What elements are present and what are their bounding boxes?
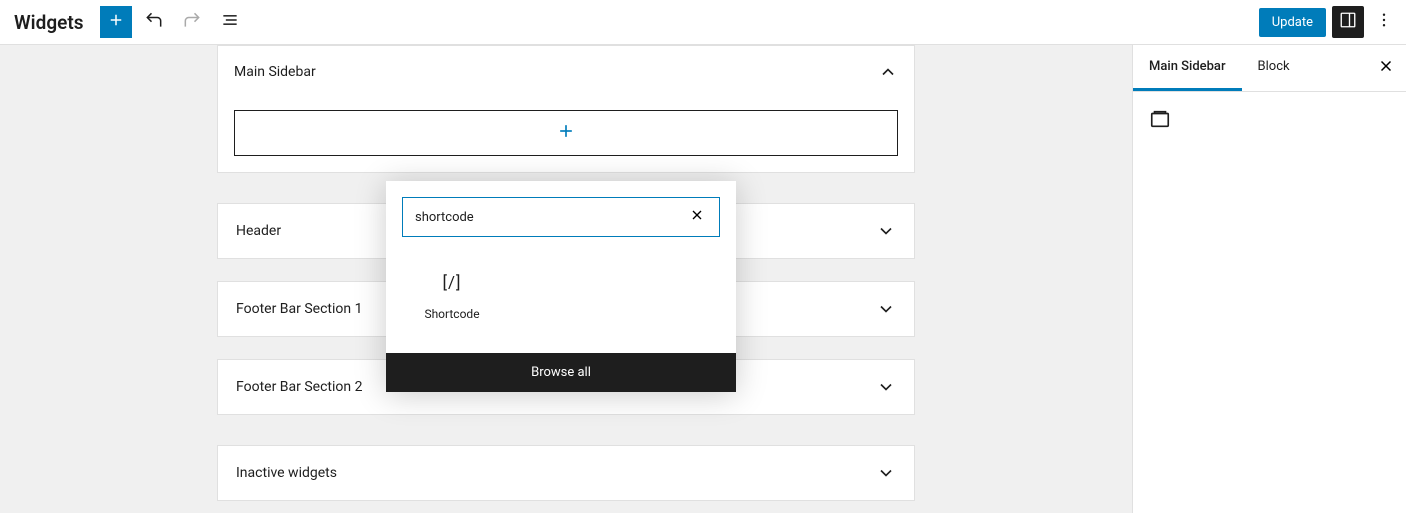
more-vertical-icon <box>1375 11 1393 33</box>
block-appender[interactable] <box>234 110 898 156</box>
redo-icon <box>182 10 202 34</box>
widget-area-title: Inactive widgets <box>236 465 337 481</box>
inserter-results: [/] Shortcode <box>386 253 736 353</box>
shortcode-icon: [/] <box>442 269 461 297</box>
chevron-up-icon <box>878 62 898 82</box>
sidebar-tabs: Main Sidebar Block <box>1133 45 1406 92</box>
browse-all-button[interactable]: Browse all <box>386 353 736 392</box>
widget-area-title: Footer Bar Section 1 <box>236 301 362 317</box>
undo-icon <box>144 10 164 34</box>
top-header: Widgets Update <box>0 0 1406 45</box>
chevron-down-icon <box>876 299 896 319</box>
block-search-input[interactable] <box>415 210 679 225</box>
plus-icon <box>556 121 576 145</box>
tab-block[interactable]: Block <box>1242 45 1306 91</box>
block-search-wrapper <box>402 197 720 237</box>
redo-button[interactable] <box>176 6 208 38</box>
chevron-down-icon <box>876 221 896 241</box>
widget-area-header[interactable]: Main Sidebar <box>234 62 898 82</box>
tab-widget-area[interactable]: Main Sidebar <box>1133 45 1242 91</box>
add-block-button[interactable] <box>100 6 132 38</box>
widget-area-icon <box>1149 115 1171 134</box>
settings-panel-button[interactable] <box>1332 6 1364 38</box>
options-button[interactable] <box>1370 6 1398 38</box>
widget-area-title: Footer Bar Section 2 <box>236 379 362 395</box>
settings-sidebar: Main Sidebar Block <box>1132 45 1406 513</box>
page-title: Widgets <box>14 11 84 34</box>
close-sidebar-button[interactable] <box>1372 54 1400 82</box>
block-inserter-popover: [/] Shortcode Browse all <box>386 181 736 392</box>
chevron-down-icon <box>876 377 896 397</box>
block-item-shortcode[interactable]: [/] Shortcode <box>402 261 502 329</box>
list-view-icon <box>220 10 240 34</box>
plus-icon <box>107 11 125 33</box>
update-button[interactable]: Update <box>1259 8 1326 37</box>
settings-panel-icon <box>1339 11 1357 33</box>
undo-button[interactable] <box>138 6 170 38</box>
block-item-label: Shortcode <box>424 307 479 321</box>
widget-area-main-sidebar[interactable]: Main Sidebar <box>217 45 915 173</box>
close-icon <box>1377 57 1395 79</box>
widget-area-inactive[interactable]: Inactive widgets <box>217 445 915 501</box>
close-icon <box>689 207 705 227</box>
widget-area-title: Main Sidebar <box>234 64 316 80</box>
list-view-button[interactable] <box>214 6 246 38</box>
widget-area-title: Header <box>236 223 281 239</box>
chevron-down-icon <box>876 463 896 483</box>
sidebar-body <box>1133 92 1406 150</box>
clear-search-button[interactable] <box>687 207 707 227</box>
